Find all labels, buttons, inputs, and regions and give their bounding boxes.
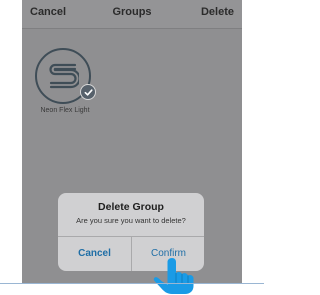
delete-button[interactable]: Delete [201,6,234,18]
nav-header: Cancel Groups Delete [22,0,242,29]
group-tile-label: Neon Flex Light [40,107,90,114]
dialog-message: Are you sure you want to delete? [76,216,186,225]
pointing-hand-icon [153,258,194,294]
dialog-cancel-button[interactable]: Cancel [58,237,131,271]
selected-check-icon [80,84,96,100]
neon-flex-light-icon [49,63,79,89]
dialog-title: Delete Group [98,201,164,213]
groups-screen: Cancel Groups Delete Neon Flex Light Del… [22,0,242,283]
bottom-divider-line [0,283,264,284]
